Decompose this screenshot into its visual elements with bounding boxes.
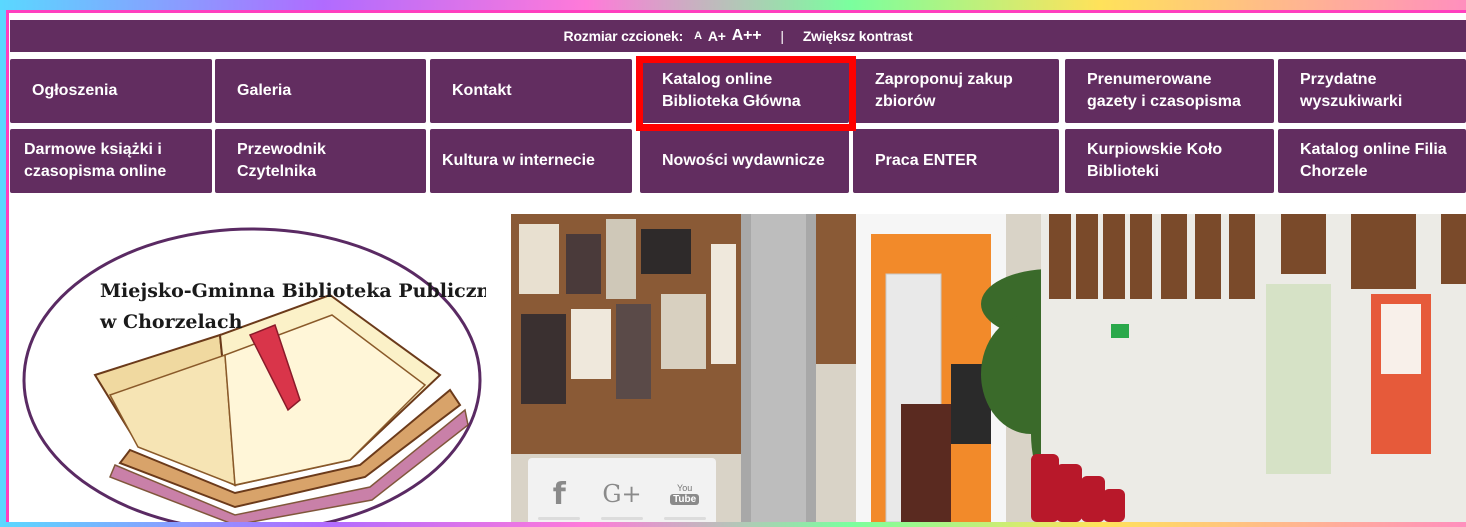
youtube-you: You bbox=[677, 483, 693, 493]
facebook-icon[interactable]: f bbox=[536, 474, 582, 520]
nav-kultura[interactable]: Kultura w internecie bbox=[430, 129, 632, 193]
logo-title: Miejsko-Gminna Biblioteka Publiczna bbox=[100, 280, 486, 302]
youtube-icon[interactable]: You Tube bbox=[662, 474, 708, 520]
nav-przewodnik[interactable]: Przewodnik Czytelnika bbox=[215, 129, 426, 193]
font-medium-button[interactable]: A+ bbox=[708, 28, 726, 44]
social-links: f G+ You Tube bbox=[528, 458, 716, 522]
nav-galeria[interactable]: Galeria bbox=[215, 59, 426, 123]
contrast-toggle[interactable]: Zwiększ kontrast bbox=[803, 28, 913, 44]
font-small-button[interactable]: A bbox=[694, 30, 702, 42]
nav-darmowe-ksiazki[interactable]: Darmowe książki i czasopisma online bbox=[10, 129, 212, 193]
logo-graphic: Miejsko-Gminna Biblioteka Publiczna w Ch… bbox=[22, 227, 503, 527]
font-large-button[interactable]: A++ bbox=[732, 27, 762, 45]
nav-praca-enter[interactable]: Praca ENTER bbox=[853, 129, 1059, 193]
nav-zaproponuj-zakup[interactable]: Zaproponuj zakup zbiorów bbox=[853, 59, 1059, 123]
youtube-logo: You Tube bbox=[670, 479, 700, 509]
nav-prenumerowane[interactable]: Prenumerowane gazety i czasopisma bbox=[1065, 59, 1274, 123]
nav-ogloszenia[interactable]: Ogłoszenia bbox=[10, 59, 212, 123]
logo-subtitle: w Chorzelach bbox=[99, 311, 243, 333]
library-logo[interactable]: Miejsko-Gminna Biblioteka Publiczna w Ch… bbox=[20, 225, 503, 527]
accessibility-bar: Rozmiar czcionek: A A+ A++ | Zwiększ kon… bbox=[10, 20, 1466, 52]
google-plus-icon[interactable]: G+ bbox=[599, 474, 645, 520]
nav-katalog-filia[interactable]: Katalog online Filia Chorzele bbox=[1278, 129, 1466, 193]
nav-nowosci[interactable]: Nowości wydawnicze bbox=[640, 129, 849, 193]
nav-kontakt[interactable]: Kontakt bbox=[430, 59, 632, 123]
nav-katalog-glowna[interactable]: Katalog online Biblioteka Główna bbox=[640, 59, 849, 123]
youtube-tube: Tube bbox=[670, 494, 700, 505]
separator: | bbox=[780, 28, 784, 44]
font-size-label: Rozmiar czcionek: bbox=[563, 28, 684, 44]
nav-przydatne-wyszukiwarki[interactable]: Przydatne wyszukiwarki bbox=[1278, 59, 1466, 123]
nav-kurpiowskie-kolo[interactable]: Kurpiowskie Koło Biblioteki bbox=[1065, 129, 1274, 193]
